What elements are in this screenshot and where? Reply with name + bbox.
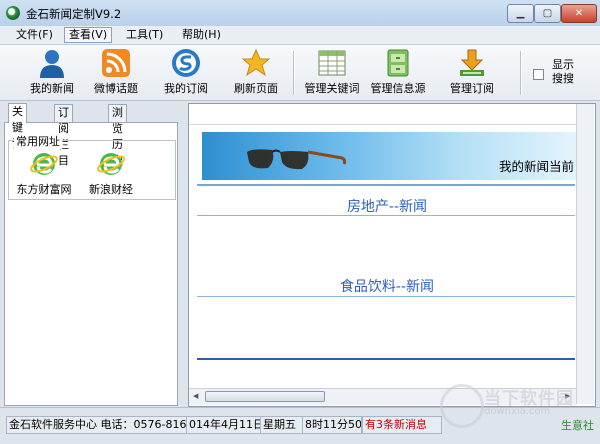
section-title-food-beverage[interactable]: 食品饮料--新闻 bbox=[200, 276, 574, 296]
title-bar: 金石新闻定制V9.2 ▁ ▢ ✕ bbox=[0, 0, 600, 26]
minimize-icon: ▁ bbox=[516, 8, 525, 19]
manage-sources-label: 管理信息源 bbox=[370, 82, 426, 95]
my-news-label: 我的新闻 bbox=[30, 82, 74, 95]
favorites-group-label: 常用网址 bbox=[14, 133, 62, 149]
divider bbox=[197, 296, 575, 297]
rss-icon bbox=[101, 48, 131, 78]
window-title: 金石新闻定制V9.2 bbox=[26, 7, 122, 21]
divider bbox=[197, 215, 575, 216]
ie-icon bbox=[97, 150, 125, 178]
maximize-icon: ▢ bbox=[542, 8, 553, 19]
vertical-scrollbar[interactable] bbox=[576, 104, 594, 404]
glasses-icon bbox=[247, 149, 347, 170]
show-search-label: 显示搜搜 bbox=[552, 58, 574, 85]
maximize-button[interactable]: ▢ bbox=[534, 4, 561, 23]
news-banner: 我的新闻当前 bbox=[202, 132, 576, 180]
menu-view[interactable]: 查看(V) bbox=[64, 27, 113, 43]
menu-tools[interactable]: 工具(T) bbox=[122, 28, 167, 42]
toolbar: 我的新闻 微博话题 我的订阅 刷新页面 管理关键词 管理信息源 管理订阅 bbox=[0, 45, 600, 101]
table-icon bbox=[317, 48, 347, 78]
section-title-real-estate[interactable]: 房地产--新闻 bbox=[200, 196, 574, 216]
refresh-button[interactable]: 刷新页面 bbox=[221, 48, 291, 98]
horizontal-scroll-thumb[interactable] bbox=[205, 391, 325, 402]
manage-keywords-button[interactable]: 管理关键词 bbox=[297, 48, 367, 98]
refresh-label: 刷新页面 bbox=[234, 82, 278, 95]
cabinet-icon bbox=[383, 48, 413, 78]
site-eastmoney-label: 东方财富网 bbox=[16, 183, 72, 196]
divider bbox=[197, 184, 575, 186]
star-icon bbox=[241, 48, 271, 78]
banner-text: 我的新闻当前 bbox=[498, 159, 574, 174]
download-icon bbox=[457, 48, 487, 78]
site-sina-finance-label: 新浪财经 bbox=[89, 183, 133, 196]
minimize-button[interactable]: ▁ bbox=[507, 4, 534, 23]
user-icon bbox=[37, 48, 67, 78]
toolbar-separator bbox=[293, 51, 295, 95]
status-company: 金石软件服务中心 电话：0576-816 bbox=[6, 416, 188, 434]
menu-file[interactable]: 文件(F) bbox=[12, 28, 57, 42]
tab-keywords[interactable]: 关键词 bbox=[8, 103, 27, 150]
content-top-strip bbox=[189, 104, 586, 125]
my-subscribe-button[interactable]: 我的订阅 bbox=[151, 48, 221, 98]
manage-keywords-label: 管理关键词 bbox=[304, 82, 360, 95]
status-corner-label: 生意社 bbox=[561, 419, 594, 432]
watermark-logo-icon bbox=[440, 384, 484, 428]
app-logo-icon bbox=[6, 6, 20, 20]
manage-sources-button[interactable]: 管理信息源 bbox=[363, 48, 433, 98]
manage-subscribe-button[interactable]: 管理订阅 bbox=[437, 48, 507, 98]
menu-help[interactable]: 帮助(H) bbox=[178, 28, 225, 42]
site-eastmoney[interactable]: 东方财富网 bbox=[14, 150, 74, 197]
ie-icon bbox=[30, 150, 58, 178]
subscribe-icon bbox=[171, 48, 201, 78]
site-sina-finance[interactable]: 新浪财经 bbox=[81, 150, 141, 197]
toolbar-separator bbox=[520, 51, 522, 95]
divider bbox=[197, 358, 575, 360]
my-subscribe-label: 我的订阅 bbox=[164, 82, 208, 95]
tab-subscribed-columns[interactable]: 订阅栏目 bbox=[54, 104, 73, 167]
weibo-label: 微博话题 bbox=[94, 82, 138, 95]
status-date: 014年4月11日 bbox=[186, 416, 262, 434]
close-icon: ✕ bbox=[574, 8, 584, 19]
app-window: 金石新闻定制V9.2 ▁ ▢ ✕ 文件(F) 查看(V) 工具(T) 帮助(H)… bbox=[0, 0, 600, 444]
status-weekday: 星期五 bbox=[260, 416, 304, 434]
my-news-button[interactable]: 我的新闻 bbox=[17, 48, 87, 98]
close-button[interactable]: ✕ bbox=[561, 4, 597, 23]
status-news-alert[interactable]: 有3条新消息 bbox=[362, 416, 442, 434]
tab-browse-history[interactable]: 浏览历史 bbox=[108, 104, 127, 167]
scroll-left-icon[interactable]: ◀ bbox=[193, 392, 198, 400]
menu-bar: 文件(F) 查看(V) 工具(T) 帮助(H) bbox=[0, 26, 600, 45]
status-time: 8时11分50 bbox=[302, 416, 362, 434]
watermark-url: downxia.com bbox=[484, 406, 551, 417]
manage-subscribe-label: 管理订阅 bbox=[450, 82, 494, 95]
weibo-button[interactable]: 微博话题 bbox=[81, 48, 151, 98]
show-search-checkbox[interactable] bbox=[533, 69, 544, 80]
